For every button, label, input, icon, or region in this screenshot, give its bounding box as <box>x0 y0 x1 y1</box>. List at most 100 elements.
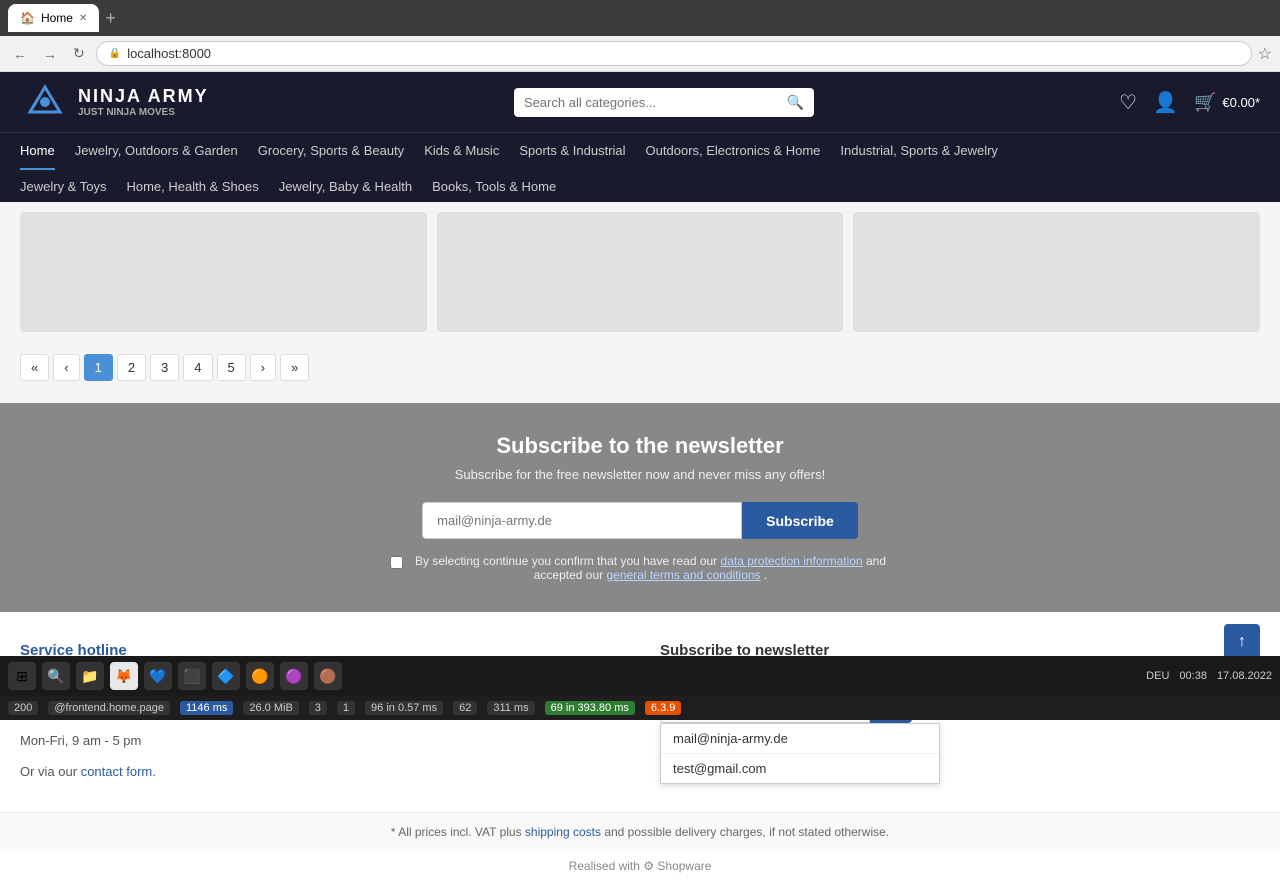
status-ms: 311 ms <box>487 701 534 715</box>
taskbar-search-icon[interactable]: 🔍 <box>42 662 70 690</box>
contact-form-link[interactable]: contact form. <box>81 764 156 779</box>
nav-item-jewelry-baby[interactable]: Jewelry, Baby & Health <box>279 171 412 202</box>
cart-price: €0.00* <box>1222 95 1260 110</box>
status-n69: 69 in 393.80 ms <box>545 701 635 715</box>
url-text: localhost:8000 <box>127 46 1238 61</box>
pagination: « ‹ 1 2 3 4 5 › » <box>20 342 1260 393</box>
tray-time: 00:38 <box>1179 670 1207 682</box>
secondary-navigation: Jewelry & Toys Home, Health & Shoes Jewe… <box>0 170 1280 202</box>
tray-date: 17.08.2022 <box>1217 670 1272 682</box>
nav-item-industrial-sports[interactable]: Industrial, Sports & Jewelry <box>840 133 998 170</box>
main-content: « ‹ 1 2 3 4 5 › » <box>0 202 1280 403</box>
pagination-page-3[interactable]: 3 <box>150 354 179 381</box>
data-protection-link[interactable]: data protection information <box>721 554 863 568</box>
product-card[interactable] <box>437 212 844 332</box>
autocomplete-item[interactable]: test@gmail.com <box>661 754 939 783</box>
lock-icon: 🔒 <box>109 48 121 59</box>
nav-item-sports-industrial[interactable]: Sports & Industrial <box>519 133 625 170</box>
nav-item-home[interactable]: Home <box>20 133 55 170</box>
search-input[interactable] <box>524 95 787 110</box>
taskbar-app3-icon[interactable]: 🟣 <box>280 662 308 690</box>
status-code: 200 <box>8 701 38 715</box>
pagination-prev[interactable]: ‹ <box>53 354 79 381</box>
taskbar-app2-icon[interactable]: 🟠 <box>246 662 274 690</box>
bottom-vat-info: * All prices incl. VAT plus shipping cos… <box>0 812 1280 851</box>
scroll-to-top-button[interactable]: ↑ <box>1224 624 1260 660</box>
account-icon[interactable]: 👤 <box>1153 90 1178 115</box>
tab-title: Home <box>41 11 73 25</box>
taskbar: ⊞ 🔍 📁 🦊 💙 ⬛ 🔷 🟠 🟣 🟤 DEU 00:38 17.08.2022 <box>0 656 1280 696</box>
vat-text: * All prices incl. VAT plus <box>391 825 522 839</box>
wishlist-icon[interactable]: ♡ <box>1119 90 1137 115</box>
forward-button[interactable]: → <box>38 44 62 64</box>
autocomplete-item[interactable]: mail@ninja-army.de <box>661 724 939 754</box>
search-bar[interactable]: 🔍 <box>514 88 814 117</box>
taskbar-explorer-icon[interactable]: 📁 <box>76 662 104 690</box>
refresh-button[interactable]: ↻ <box>68 43 90 64</box>
browser-navigation: ← → ↻ 🔒 localhost:8000 ☆ <box>0 36 1280 72</box>
shipping-costs-link[interactable]: shipping costs <box>525 825 601 839</box>
taskbar-app4-icon[interactable]: 🟤 <box>314 662 342 690</box>
product-card[interactable] <box>853 212 1260 332</box>
pagination-page-5[interactable]: 5 <box>217 354 246 381</box>
newsletter-consent-checkbox[interactable] <box>390 556 403 569</box>
newsletter-subtitle: Subscribe for the free newsletter now an… <box>20 467 1260 482</box>
logo-sub: JUST NINJA MOVES <box>78 107 209 118</box>
newsletter-form: Subscribe <box>20 502 1260 539</box>
cart-button[interactable]: 🛒 €0.00* <box>1194 92 1260 113</box>
status-n62: 62 <box>453 701 477 715</box>
taskbar-firefox-icon[interactable]: 🦊 <box>110 662 138 690</box>
status-d3: 3 <box>309 701 327 715</box>
logo-icon <box>20 82 70 122</box>
tab-favicon: 🏠 <box>20 11 35 25</box>
status-version: 6.3.9 <box>645 701 681 715</box>
header-actions: ♡ 👤 🛒 €0.00* <box>1119 90 1260 115</box>
logo-text: NINJA ARMY <box>78 86 209 106</box>
newsletter-section: Subscribe to the newsletter Subscribe fo… <box>0 403 1280 612</box>
taskbar-windows-icon[interactable]: ⊞ <box>8 662 36 690</box>
product-grid <box>20 212 1260 332</box>
shopware-credit: Realised with ⚙ Shopware <box>0 851 1280 881</box>
new-tab-button[interactable]: + <box>99 8 122 29</box>
hotline-hours: Mon-Fri, 9 am - 5 pm <box>20 731 620 752</box>
cart-icon: 🛒 <box>1194 92 1216 113</box>
nav-item-books-tools[interactable]: Books, Tools & Home <box>432 171 556 202</box>
newsletter-consent-text: By selecting continue you confirm that y… <box>411 554 890 582</box>
taskbar-vs-icon[interactable]: 💙 <box>144 662 172 690</box>
status-bar: 200 @frontend.home.page 1146 ms 26.0 MiB… <box>0 696 1280 720</box>
nav-item-kids-music[interactable]: Kids & Music <box>424 133 499 170</box>
taskbar-code-icon[interactable]: ⬛ <box>178 662 206 690</box>
tab-close-button[interactable]: ✕ <box>79 13 87 24</box>
product-card[interactable] <box>20 212 427 332</box>
back-button[interactable]: ← <box>8 44 32 64</box>
vat-suffix: and possible delivery charges, if not st… <box>604 825 889 839</box>
status-n96: 96 in 0.57 ms <box>365 701 443 715</box>
nav-item-grocery-sports[interactable]: Grocery, Sports & Beauty <box>258 133 404 170</box>
nav-item-jewelry-outdoors[interactable]: Jewelry, Outdoors & Garden <box>75 133 238 170</box>
newsletter-subscribe-button[interactable]: Subscribe <box>742 502 858 539</box>
pagination-first[interactable]: « <box>20 354 49 381</box>
browser-tab[interactable]: 🏠 Home ✕ <box>8 4 99 32</box>
status-time: 1146 ms <box>180 701 233 715</box>
newsletter-email-input[interactable] <box>422 502 742 539</box>
newsletter-title: Subscribe to the newsletter <box>20 433 1260 459</box>
pagination-page-2[interactable]: 2 <box>117 354 146 381</box>
logo[interactable]: NINJA ARMY JUST NINJA MOVES <box>20 82 209 122</box>
pagination-last[interactable]: » <box>280 354 309 381</box>
pagination-next[interactable]: › <box>250 354 276 381</box>
nav-item-home-health[interactable]: Home, Health & Shoes <box>126 171 258 202</box>
pagination-page-4[interactable]: 4 <box>183 354 212 381</box>
taskbar-app1-icon[interactable]: 🔷 <box>212 662 240 690</box>
nav-item-outdoors-electronics[interactable]: Outdoors, Electronics & Home <box>646 133 821 170</box>
search-icon: 🔍 <box>786 94 803 111</box>
tab-bar: 🏠 Home ✕ + <box>0 0 1280 36</box>
autocomplete-dropdown: mail@ninja-army.de test@gmail.com <box>660 723 940 784</box>
tray-lang: DEU <box>1146 670 1169 682</box>
address-bar[interactable]: 🔒 localhost:8000 <box>96 41 1252 66</box>
newsletter-consent: By selecting continue you confirm that y… <box>390 554 890 582</box>
bookmark-icon[interactable]: ☆ <box>1258 44 1272 64</box>
nav-item-jewelry-toys[interactable]: Jewelry & Toys <box>20 171 106 202</box>
shopware-logo: ⚙ <box>643 859 654 873</box>
pagination-page-1[interactable]: 1 <box>84 354 113 381</box>
terms-link[interactable]: general terms and conditions <box>606 568 760 582</box>
